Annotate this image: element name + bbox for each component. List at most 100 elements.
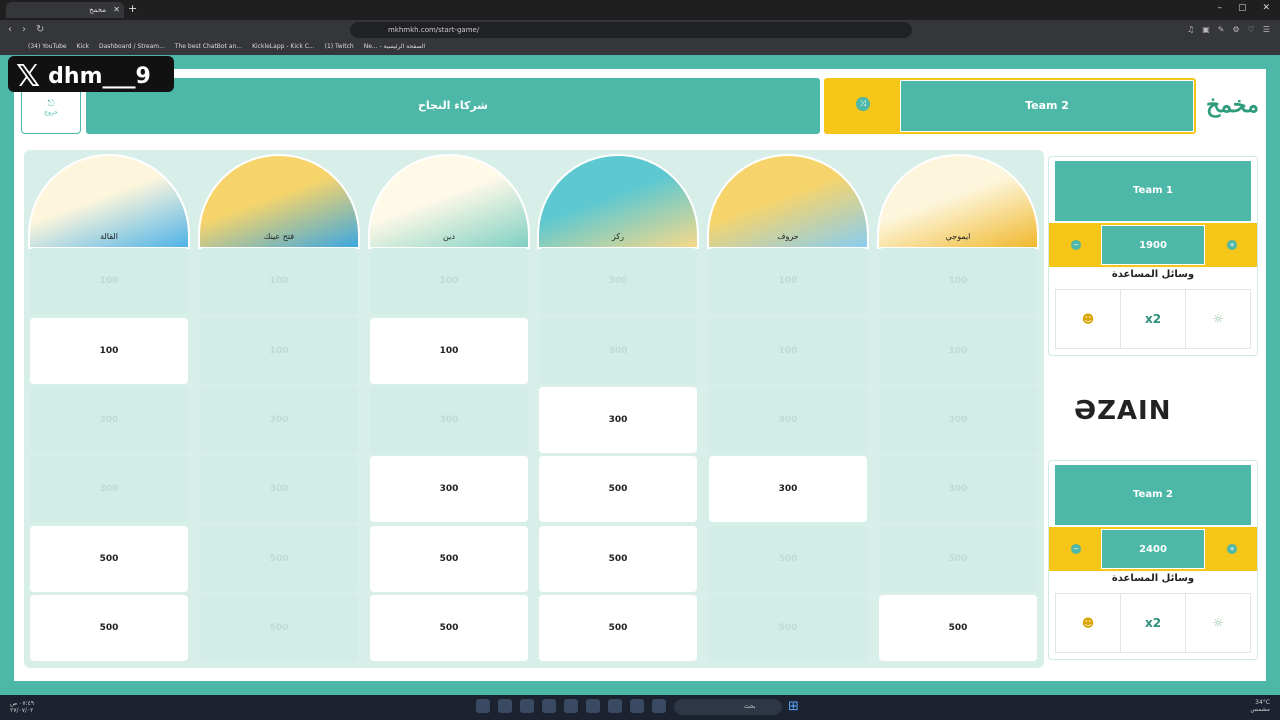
app-icon[interactable] (630, 699, 644, 713)
helpers-row: ☻ x2 ☼ (1055, 289, 1251, 349)
os-taskbar: ٠٧:٤٩ ص ٢٧/٠٧/٠٢ بحث ⊞ 34°C مشمس (0, 695, 1280, 720)
question-cell: 100 (709, 318, 867, 384)
taskbar-search[interactable]: بحث (674, 699, 782, 715)
team-score: 1900 (1101, 225, 1205, 265)
bookmark-home[interactable]: Ne... - الصفحة الرئيسية (364, 40, 425, 55)
bookmark-youtube[interactable]: (34) YouTube (28, 40, 67, 55)
category-label: فتح عينك (263, 232, 295, 241)
question-cell[interactable]: 500 (539, 456, 697, 522)
question-cell[interactable]: 500 (879, 595, 1037, 661)
swap-turn-icon[interactable]: ⤨ (856, 97, 870, 111)
url-input[interactable]: mkhmkh.com/start-game/ (350, 22, 912, 38)
taskbar-apps (476, 699, 666, 713)
current-turn-panel: ⤨ Team 2 (824, 78, 1196, 134)
helper-double-icon[interactable]: x2 (1120, 594, 1185, 652)
question-cell[interactable]: 100 (30, 318, 188, 384)
maximize-icon[interactable]: ▢ (1238, 3, 1247, 13)
bookmark-twitch[interactable]: (1) Twitch (325, 40, 354, 55)
team-card-2: Team 2 − 2400 + وسائل المساعدة ☻ x2 ☼ (1048, 460, 1258, 660)
extension-icon[interactable]: ✎ (1218, 25, 1225, 34)
app-icon[interactable] (498, 699, 512, 713)
extension-icon[interactable]: ☰ (1263, 25, 1270, 34)
app-icon[interactable] (476, 699, 490, 713)
helpers-row: ☻ x2 ☼ (1055, 593, 1251, 653)
close-icon[interactable]: ✕ (113, 5, 120, 14)
question-cell[interactable]: 500 (539, 595, 697, 661)
question-cell[interactable]: 300 (709, 456, 867, 522)
bookmark-kicklelapp[interactable]: KickleLapp - Kick C... (252, 40, 315, 55)
bookmarks-bar: (34) YouTube Kick Dashboard / Stream... … (0, 40, 1280, 55)
extension-icon[interactable]: ▣ (1202, 25, 1210, 34)
helper-call-icon[interactable]: ☻ (1056, 594, 1120, 652)
bookmark-chatbot[interactable]: The best ChatBot an... (175, 40, 242, 55)
plus-icon[interactable]: + (1227, 240, 1237, 250)
browser-tab[interactable]: مخمخ ✕ (6, 2, 124, 18)
clock-date: ٢٧/٠٧/٠٢ (10, 707, 34, 714)
sponsor-logo: ƏZAIN (1074, 396, 1172, 426)
question-cell[interactable]: 500 (539, 526, 697, 592)
category-header: ركز (537, 154, 699, 249)
question-cell[interactable]: 300 (539, 387, 697, 453)
bookmark-dashboard[interactable]: Dashboard / Stream... (99, 40, 165, 55)
category-label: ايموجي (945, 232, 971, 241)
search-placeholder: بحث (744, 703, 756, 710)
question-cell: 300 (30, 456, 188, 522)
helper-call-icon[interactable]: ☻ (1056, 290, 1120, 348)
question-cell: 500 (709, 595, 867, 661)
extension-icon[interactable]: ⚙ (1232, 25, 1239, 34)
exit-icon: ⎋ (47, 99, 55, 109)
question-cell: 100 (200, 318, 358, 384)
minimize-icon[interactable]: – (1217, 3, 1222, 13)
question-cell[interactable]: 500 (30, 526, 188, 592)
app-icon[interactable] (608, 699, 622, 713)
helper-timer-icon[interactable]: ☼ (1185, 290, 1250, 348)
question-cell: 300 (200, 387, 358, 453)
team-name: Team 1 (1055, 161, 1251, 221)
question-cell: 100 (709, 248, 867, 314)
forward-icon[interactable]: › (22, 24, 26, 35)
helper-double-icon[interactable]: x2 (1120, 290, 1185, 348)
category-label: القالة (100, 232, 118, 241)
plus-icon[interactable]: + (1227, 544, 1237, 554)
category-label: ركز (611, 232, 625, 241)
back-icon[interactable]: ‹ (8, 24, 12, 35)
minus-icon[interactable]: − (1071, 240, 1081, 250)
app-icon[interactable] (542, 699, 556, 713)
windows-start-icon[interactable]: ⊞ (788, 699, 800, 714)
helper-timer-icon[interactable]: ☼ (1185, 594, 1250, 652)
category-header: دين (368, 154, 530, 249)
question-cell: 500 (200, 526, 358, 592)
new-tab-icon[interactable]: + (128, 2, 137, 15)
question-cell: 100 (370, 248, 528, 314)
taskbar-clock: ٠٧:٤٩ ص ٢٧/٠٧/٠٢ (10, 700, 34, 714)
weather-desc: مشمس (1250, 706, 1270, 713)
question-cell: 500 (879, 526, 1037, 592)
app-icon[interactable] (652, 699, 666, 713)
window-close-icon[interactable]: ✕ (1262, 3, 1270, 13)
question-cell: 300 (709, 387, 867, 453)
app-icon[interactable] (586, 699, 600, 713)
question-cell[interactable]: 500 (30, 595, 188, 661)
question-cell: 300 (879, 387, 1037, 453)
category-header: ايموجي (877, 154, 1039, 249)
question-cell: 300 (539, 248, 697, 314)
extension-icon[interactable]: ♡ (1248, 25, 1255, 34)
category-label: دين (443, 232, 455, 241)
question-cell[interactable]: 500 (370, 595, 528, 661)
helpers-title: وسائل المساعدة (1111, 573, 1195, 584)
app-icon[interactable] (564, 699, 578, 713)
question-cell: 300 (370, 387, 528, 453)
minus-icon[interactable]: − (1071, 544, 1081, 554)
reload-icon[interactable]: ↻ (36, 24, 44, 35)
question-cell[interactable]: 100 (370, 318, 528, 384)
taskbar-weather: 34°C مشمس (1250, 699, 1270, 713)
bookmark-kick[interactable]: Kick (77, 40, 89, 55)
current-turn-team: Team 2 (900, 80, 1194, 132)
question-cell[interactable]: 300 (370, 456, 528, 522)
extension-icon[interactable]: ♫ (1187, 25, 1194, 34)
app-icon[interactable] (520, 699, 534, 713)
url-text: mkhmkh.com/start-game/ (388, 26, 480, 34)
question-cell: 300 (30, 387, 188, 453)
question-cell[interactable]: 500 (370, 526, 528, 592)
clock-time: ٠٧:٤٩ ص (10, 700, 35, 707)
